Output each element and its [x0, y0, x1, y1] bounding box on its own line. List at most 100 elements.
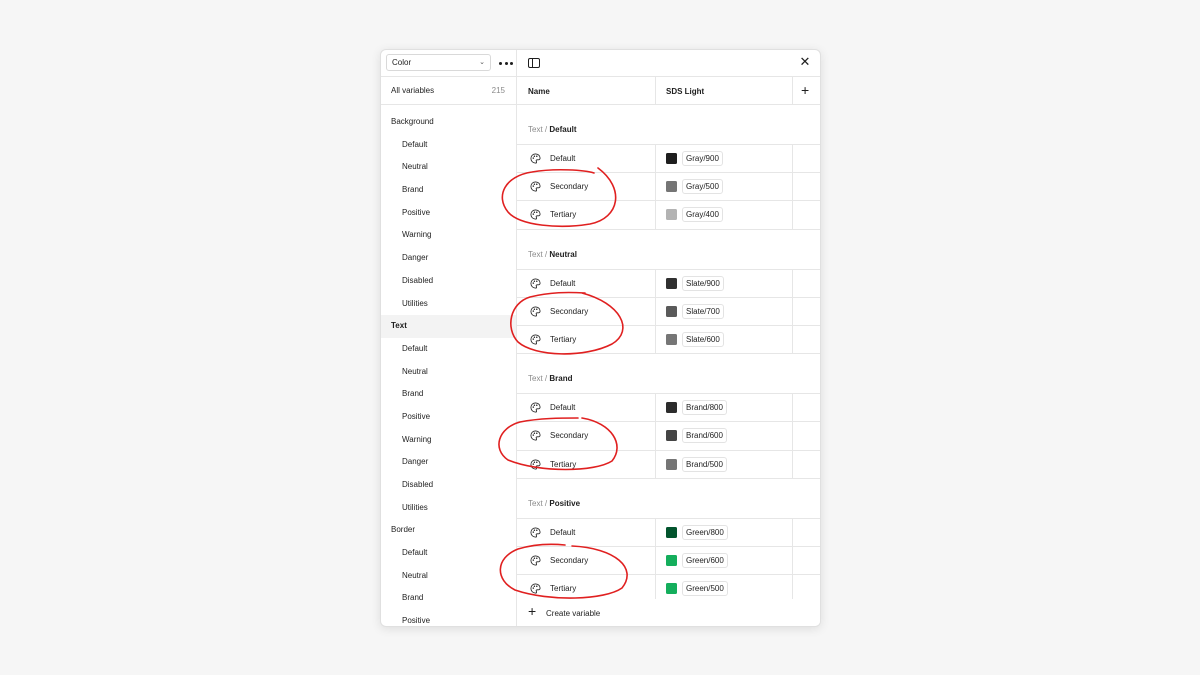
variables-panel: Color ⌄ All variables 215 Background Defa… — [380, 49, 821, 627]
column-divider — [792, 450, 793, 478]
sidebar-item-utilities[interactable]: Utilities — [381, 293, 516, 316]
sidebar-header: Color ⌄ — [381, 50, 516, 77]
sidebar-item-warning[interactable]: Warning — [381, 429, 516, 452]
sidebar-item-default[interactable]: Default — [381, 134, 516, 157]
variable-name[interactable]: Default — [550, 279, 575, 288]
color-swatch[interactable] — [666, 153, 677, 164]
color-swatch[interactable] — [666, 554, 677, 566]
table-row[interactable]: Default Green/800 — [517, 518, 820, 547]
variable-value[interactable]: Slate/900 — [682, 275, 724, 291]
sidebar-item-neutral[interactable]: Neutral — [381, 361, 516, 384]
color-swatch[interactable] — [666, 305, 677, 317]
table-row[interactable]: Secondary Gray/500 — [517, 173, 820, 202]
column-divider — [792, 394, 793, 422]
variable-value[interactable]: Green/600 — [682, 552, 728, 568]
variable-name[interactable]: Secondary — [550, 431, 588, 440]
sidebar-item-default[interactable]: Default — [381, 542, 516, 565]
variable-value[interactable]: Green/800 — [682, 524, 728, 540]
sidebar-item-danger[interactable]: Danger — [381, 451, 516, 474]
variable-name[interactable]: Tertiary — [550, 210, 576, 219]
color-swatch[interactable] — [666, 402, 677, 414]
table-row[interactable]: Tertiary Gray/400 — [517, 201, 820, 230]
section-group: Neutral — [549, 249, 577, 259]
sidebar-item-neutral[interactable]: Neutral — [381, 156, 516, 179]
close-icon[interactable]: ✕ — [799, 55, 811, 68]
variable-name[interactable]: Tertiary — [550, 584, 576, 593]
column-name-header: Name — [528, 87, 550, 96]
section-header: Text / Positive — [517, 479, 820, 519]
sidebar-item-brand[interactable]: Brand — [381, 587, 516, 610]
column-mode-header[interactable]: SDS Light — [666, 87, 704, 96]
sidebar-item-positive[interactable]: Positive — [381, 202, 516, 225]
sidebar-item-default[interactable]: Default — [381, 338, 516, 361]
palette-icon — [530, 459, 541, 470]
color-swatch[interactable] — [666, 430, 677, 442]
variable-value[interactable]: Slate/600 — [682, 331, 724, 347]
variable-value[interactable]: Gray/500 — [682, 179, 723, 195]
sidebar-item-utilities[interactable]: Utilities — [381, 497, 516, 520]
create-variable-button[interactable]: + Create variable — [517, 599, 820, 626]
sidebar-item-border[interactable]: Border — [381, 519, 516, 542]
collection-select[interactable]: Color ⌄ — [386, 54, 491, 71]
all-variables-item[interactable]: All variables 215 — [381, 77, 516, 105]
palette-icon — [530, 583, 541, 594]
table-row[interactable]: Secondary Brand/600 — [517, 422, 820, 451]
column-divider — [792, 173, 793, 201]
variable-value[interactable]: Brand/600 — [682, 428, 727, 444]
palette-icon — [530, 181, 541, 192]
palette-icon — [530, 430, 541, 441]
color-swatch[interactable] — [666, 277, 677, 289]
color-swatch[interactable] — [666, 209, 677, 221]
sidebar-item-disabled[interactable]: Disabled — [381, 474, 516, 497]
table-row[interactable]: Default Slate/900 — [517, 269, 820, 298]
color-swatch[interactable] — [666, 333, 677, 345]
palette-icon — [530, 334, 541, 345]
color-swatch[interactable] — [666, 583, 677, 595]
column-divider — [792, 422, 793, 450]
more-options-button[interactable] — [499, 57, 513, 69]
sidebar-item-brand[interactable]: Brand — [381, 383, 516, 406]
column-divider — [792, 201, 793, 229]
table-row[interactable]: Default Brand/800 — [517, 394, 820, 423]
sidebar-item-positive[interactable]: Positive — [381, 406, 516, 429]
sidebar-toggle-icon[interactable] — [528, 58, 540, 68]
column-divider — [655, 450, 656, 478]
table-row[interactable]: Tertiary Slate/600 — [517, 325, 820, 355]
variable-value[interactable]: Brand/800 — [682, 400, 727, 416]
color-swatch[interactable] — [666, 458, 677, 470]
variable-name[interactable]: Default — [550, 403, 575, 412]
sidebar-item-danger[interactable]: Danger — [381, 247, 516, 270]
variable-value[interactable]: Gray/400 — [682, 207, 723, 223]
section-header: Text / Neutral — [517, 230, 820, 270]
variable-value[interactable]: Gray/900 — [682, 151, 723, 166]
palette-icon — [530, 527, 541, 538]
variable-name[interactable]: Secondary — [550, 556, 588, 565]
variable-value[interactable]: Brand/500 — [682, 456, 727, 472]
sidebar-item-brand[interactable]: Brand — [381, 179, 516, 202]
color-swatch[interactable] — [666, 181, 677, 193]
variable-name[interactable]: Tertiary — [550, 460, 576, 469]
sidebar-item-warning[interactable]: Warning — [381, 224, 516, 247]
variable-name[interactable]: Secondary — [550, 182, 588, 191]
variable-value[interactable]: Green/500 — [682, 581, 728, 597]
variable-value[interactable]: Slate/700 — [682, 303, 724, 319]
sidebar-item-text[interactable]: Text — [381, 315, 516, 338]
variable-name[interactable]: Default — [550, 154, 575, 163]
variable-name[interactable]: Tertiary — [550, 335, 576, 344]
collection-select-label: Color — [392, 58, 412, 67]
sidebar-item-positive[interactable]: Positive — [381, 610, 516, 626]
variable-name[interactable]: Default — [550, 528, 575, 537]
sidebar-item-neutral[interactable]: Neutral — [381, 565, 516, 588]
sidebar-item-background[interactable]: Background — [381, 111, 516, 134]
section-path: Text / Neutral — [528, 250, 577, 259]
color-swatch[interactable] — [666, 526, 677, 538]
table-row[interactable]: Secondary Slate/700 — [517, 297, 820, 326]
section-path: Text / Brand — [528, 374, 573, 383]
sidebar-item-disabled[interactable]: Disabled — [381, 270, 516, 293]
table-row[interactable]: Tertiary Brand/500 — [517, 450, 820, 479]
variable-name[interactable]: Secondary — [550, 307, 588, 316]
table-row[interactable]: Default Gray/900 — [517, 145, 820, 174]
column-divider — [655, 77, 656, 104]
add-mode-button[interactable]: + — [801, 83, 809, 97]
table-row[interactable]: Secondary Green/600 — [517, 546, 820, 576]
